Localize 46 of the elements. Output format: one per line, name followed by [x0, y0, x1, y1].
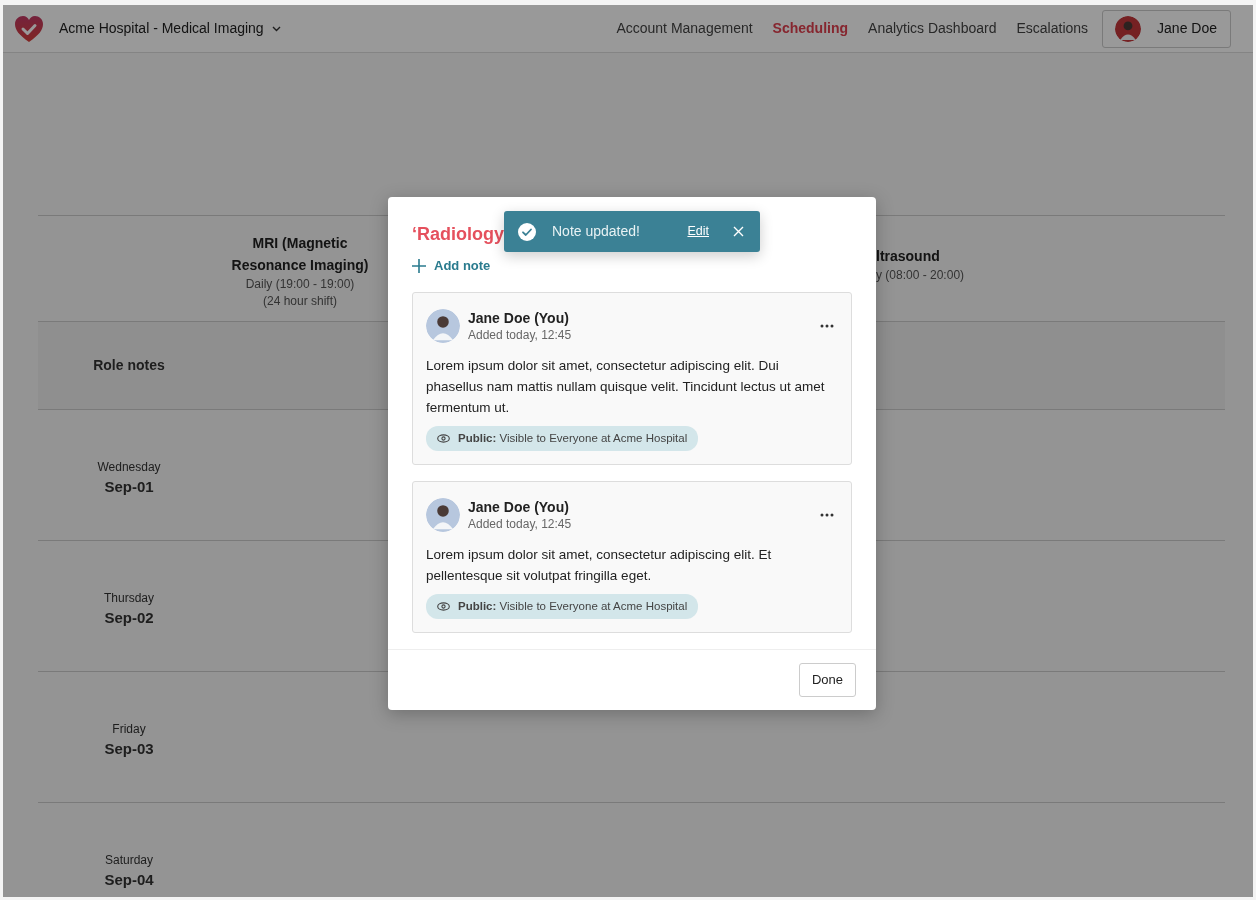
note-author: Jane Doe (You) — [468, 497, 570, 516]
visibility-text: Public: Visible to Everyone at Acme Hospital — [458, 598, 688, 614]
edit-link[interactable]: Edit — [687, 222, 709, 241]
nav-link[interactable]: Account Management — [606, 18, 763, 39]
avatar — [1115, 15, 1142, 42]
nav-link[interactable]: Escalations — [1006, 18, 1099, 39]
eye-icon — [437, 601, 450, 611]
weekday: Friday — [112, 721, 146, 738]
close-button[interactable] — [733, 226, 744, 237]
nav-link[interactable]: Analytics Dashboard — [858, 18, 1007, 39]
date: Sep-01 — [104, 477, 154, 497]
visibility-text: Public: Visible to Everyone at Acme Hospital — [458, 430, 688, 446]
more-icon — [820, 512, 834, 517]
done-button[interactable]: Done — [798, 663, 856, 697]
caret-icon — [271, 25, 281, 32]
note-time: Added today, 12:45 — [468, 515, 573, 532]
date: Sep-02 — [104, 608, 154, 628]
add-note-button[interactable]: Add note — [412, 256, 491, 276]
note-text: Lorem ipsum dolor sit amet, consectetur adipiscing elit. Dui phasellus nam mattis nullam quisque velit. Tincidunt lectus ut amet fermentum ut. — [426, 356, 826, 417]
close-icon — [733, 226, 744, 237]
weekday: Thursday — [104, 590, 154, 607]
column-title: MRI (Magnetic Resonance Imaging) — [230, 234, 370, 275]
shift-hours: (24 hour shift) — [262, 293, 337, 310]
check-circle-icon — [518, 222, 536, 241]
toast-message: Note updated! — [552, 222, 640, 241]
heart-logo-icon — [15, 15, 43, 42]
eye-icon — [437, 433, 450, 443]
date: Sep-04 — [104, 870, 154, 890]
row-label: Role notes — [93, 356, 165, 375]
note-author: Jane Doe (You) — [468, 308, 570, 327]
note-text: Lorem ipsum dolor sit amet, consectetur adipiscing elit. Et pellentesque sit volutpat fringilla eget. — [426, 545, 773, 585]
plus-icon — [412, 258, 426, 273]
shift-hours: Daily (19:00 - 19:00) — [245, 276, 355, 293]
date: Sep-03 — [104, 739, 154, 759]
column-title: ltrasound — [876, 247, 940, 266]
weekday: Saturday — [105, 852, 153, 869]
nav-link[interactable]: Scheduling — [762, 18, 859, 39]
avatar — [426, 497, 460, 532]
user-menu-button[interactable]: Jane Doe — [1102, 9, 1231, 48]
note-time: Added today, 12:45 — [468, 326, 573, 343]
more-icon — [820, 323, 834, 328]
weekday: Wednesday — [97, 459, 161, 476]
brand-dropdown[interactable]: Acme Hospital - Medical Imaging — [59, 18, 281, 39]
avatar — [426, 308, 460, 343]
shift-hours: y (08:00 - 20:00) — [876, 267, 965, 284]
modal-title: ‘Radiology — [412, 223, 504, 246]
